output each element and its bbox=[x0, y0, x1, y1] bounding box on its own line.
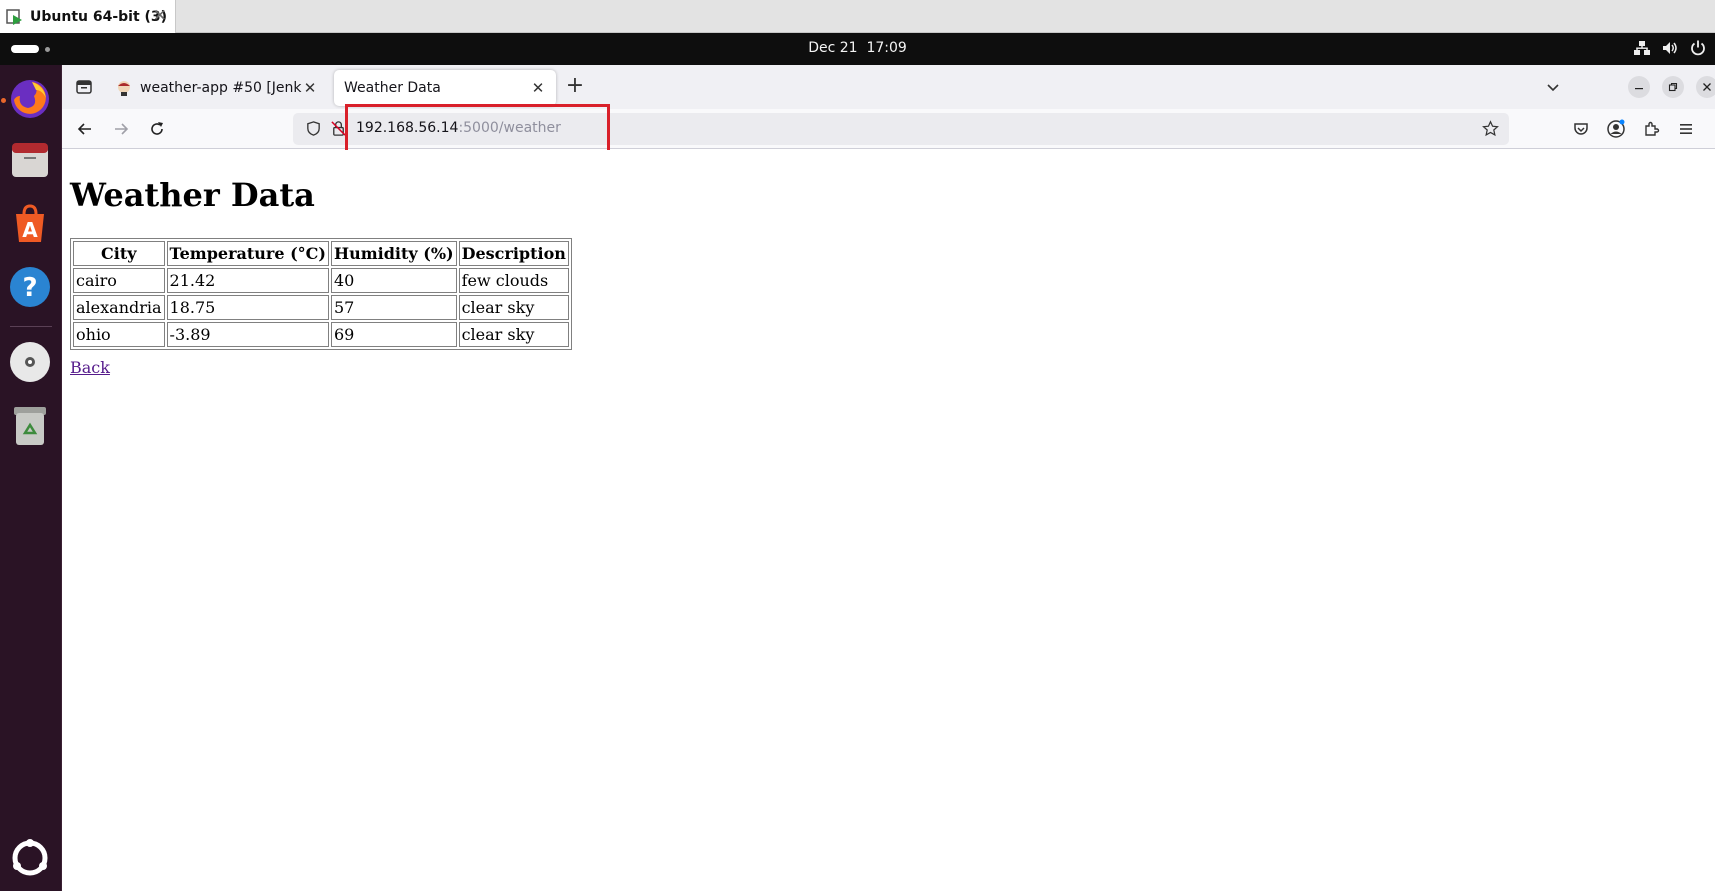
navigation-toolbar: 192.168.56.14:5000/weather bbox=[62, 109, 1715, 149]
clock-time: 17:09 bbox=[866, 40, 907, 56]
header-temperature: Temperature (°C) bbox=[166, 241, 329, 266]
cell-description: few clouds bbox=[458, 268, 569, 293]
vm-play-icon bbox=[6, 8, 24, 26]
system-tray[interactable] bbox=[1633, 39, 1707, 57]
page-title: Weather Data bbox=[70, 176, 315, 214]
tracking-protection-shield-icon[interactable] bbox=[305, 120, 322, 141]
firefox-view-button[interactable] bbox=[72, 75, 96, 99]
list-all-tabs-button[interactable] bbox=[1542, 76, 1564, 98]
header-humidity: Humidity (%) bbox=[330, 241, 457, 266]
cell-city: cairo bbox=[73, 268, 165, 293]
trash-icon[interactable] bbox=[5, 400, 55, 450]
cell-temperature: 21.42 bbox=[166, 268, 329, 293]
cell-humidity: 69 bbox=[330, 322, 457, 347]
reload-button[interactable] bbox=[144, 116, 170, 142]
table-row: cairo 21.42 40 few clouds bbox=[73, 268, 569, 293]
tab-jenkins[interactable]: weather-app #50 [Jenkins] ✕ bbox=[106, 70, 328, 106]
back-link[interactable]: Back bbox=[70, 358, 110, 377]
table-row: ohio -3.89 69 clear sky bbox=[73, 322, 569, 347]
files-icon[interactable] bbox=[5, 136, 55, 186]
extensions-icon[interactable] bbox=[1638, 116, 1664, 142]
vm-tab-title: Ubuntu 64-bit (3) bbox=[30, 8, 168, 25]
tab-label: Weather Data bbox=[344, 80, 441, 96]
cell-temperature: 18.75 bbox=[166, 295, 329, 320]
firefox-icon[interactable] bbox=[5, 73, 55, 123]
minimize-button[interactable] bbox=[1628, 76, 1650, 98]
dock-separator bbox=[10, 326, 52, 327]
show-apps-icon[interactable] bbox=[5, 833, 55, 883]
tab-close-button[interactable]: ✕ bbox=[302, 79, 318, 97]
cell-temperature: -3.89 bbox=[166, 322, 329, 347]
cell-city: alexandria bbox=[73, 295, 165, 320]
cell-humidity: 57 bbox=[330, 295, 457, 320]
network-icon[interactable] bbox=[1633, 39, 1651, 57]
pocket-icon[interactable] bbox=[1568, 116, 1594, 142]
page-content: Weather Data City Temperature (°C) Humid… bbox=[62, 150, 1715, 891]
vm-tab[interactable]: Ubuntu 64-bit (3) ✕ bbox=[0, 0, 176, 33]
new-tab-button[interactable]: + bbox=[562, 74, 588, 100]
cell-description: clear sky bbox=[458, 322, 569, 347]
power-icon[interactable] bbox=[1689, 39, 1707, 57]
ubuntu-dock: A ? bbox=[0, 65, 62, 891]
volume-icon[interactable] bbox=[1661, 39, 1679, 57]
ubuntu-top-panel: Dec 21 17:09 bbox=[0, 33, 1715, 65]
app-center-icon[interactable]: A bbox=[5, 199, 55, 249]
browser-tab-strip: weather-app #50 [Jenkins] ✕ Weather Data… bbox=[62, 65, 1715, 109]
header-description: Description bbox=[458, 241, 569, 266]
forward-button[interactable] bbox=[108, 116, 134, 142]
cell-city: ohio bbox=[73, 322, 165, 347]
account-icon[interactable] bbox=[1603, 116, 1629, 142]
help-icon[interactable]: ? bbox=[5, 262, 55, 312]
cell-humidity: 40 bbox=[330, 268, 457, 293]
table-header-row: City Temperature (°C) Humidity (%) Descr… bbox=[73, 241, 569, 266]
table-row: alexandria 18.75 57 clear sky bbox=[73, 295, 569, 320]
vm-window-tabbar: Ubuntu 64-bit (3) ✕ bbox=[0, 0, 1715, 33]
tab-weather-data[interactable]: Weather Data ✕ bbox=[334, 70, 556, 106]
menu-hamburger-icon[interactable] bbox=[1673, 116, 1699, 142]
svg-text:?: ? bbox=[22, 273, 37, 303]
clock[interactable]: Dec 21 17:09 bbox=[0, 40, 1715, 56]
restore-button[interactable] bbox=[1662, 76, 1684, 98]
close-window-button[interactable] bbox=[1696, 76, 1715, 98]
tab-close-button[interactable]: ✕ bbox=[530, 79, 546, 97]
vm-tab-close-button[interactable]: ✕ bbox=[153, 6, 167, 26]
weather-table: City Temperature (°C) Humidity (%) Descr… bbox=[70, 238, 572, 350]
jenkins-favicon-icon bbox=[116, 80, 132, 96]
tab-label: weather-app #50 [Jenkins] bbox=[140, 80, 302, 96]
bookmark-star-icon[interactable] bbox=[1482, 120, 1499, 141]
back-button[interactable] bbox=[72, 116, 98, 142]
cell-description: clear sky bbox=[458, 295, 569, 320]
clock-date: Dec 21 bbox=[808, 40, 858, 56]
header-city: City bbox=[73, 241, 165, 266]
svg-text:A: A bbox=[22, 218, 38, 242]
disc-icon[interactable] bbox=[5, 337, 55, 387]
